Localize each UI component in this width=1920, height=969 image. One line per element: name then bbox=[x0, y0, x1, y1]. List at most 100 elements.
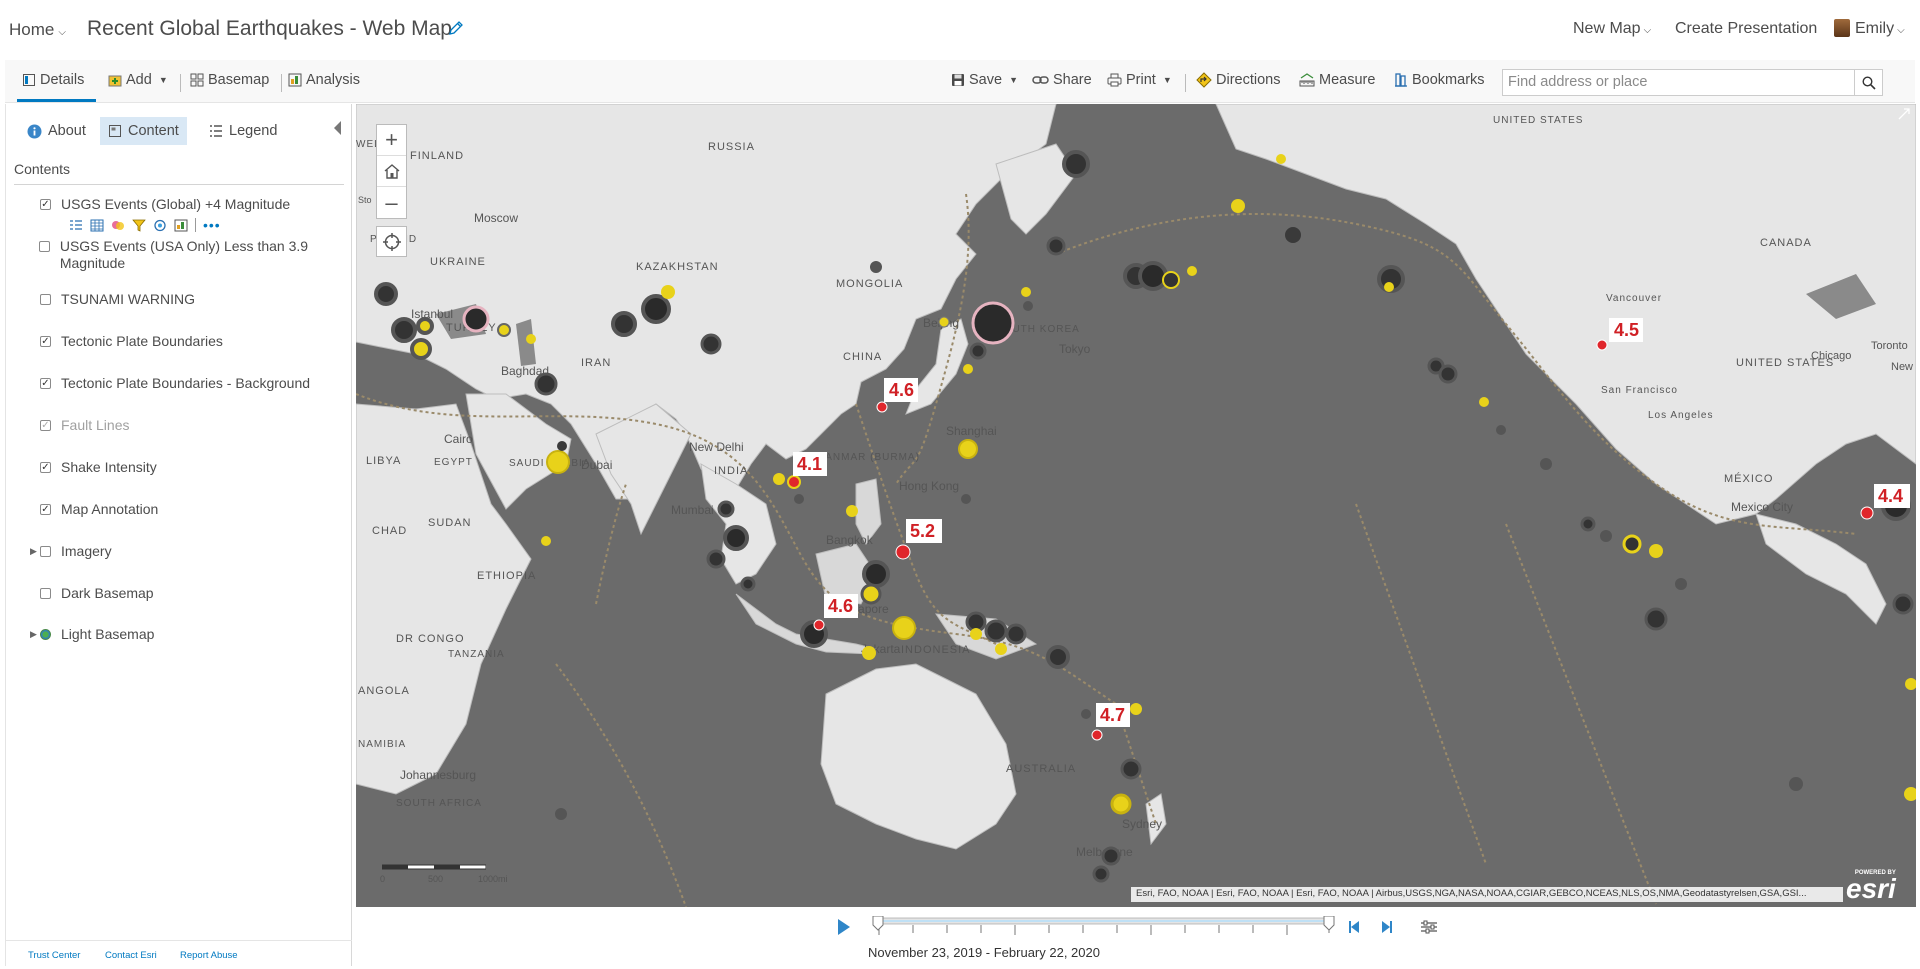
layer-item[interactable]: USGS Events (USA Only) Less than 3.9 Mag… bbox=[30, 238, 340, 272]
expand-icon[interactable] bbox=[1898, 108, 1910, 120]
analysis-layer-icon[interactable] bbox=[153, 219, 167, 232]
layer-label[interactable]: Shake Intensity bbox=[61, 459, 157, 476]
layer-checkbox[interactable] bbox=[40, 546, 51, 557]
add-button[interactable]: Add ▼ bbox=[108, 72, 168, 88]
basemap-button[interactable]: Basemap bbox=[190, 72, 269, 88]
layer-item[interactable]: ✓ Map Annotation bbox=[30, 501, 340, 518]
layer-label[interactable]: Dark Basemap bbox=[61, 585, 154, 602]
layer-item[interactable]: ▶ Light Basemap bbox=[30, 626, 340, 643]
layer-label[interactable]: USGS Events (Global) +4 Magnitude bbox=[61, 196, 290, 213]
default-extent-button[interactable] bbox=[377, 156, 406, 187]
layer-checkbox[interactable] bbox=[38, 241, 50, 252]
play-icon[interactable] bbox=[838, 919, 850, 935]
layer-checkbox[interactable]: ✓ bbox=[40, 378, 51, 389]
layer-item[interactable]: ▶ Imagery bbox=[30, 543, 340, 560]
esri-logo[interactable]: POWERED BY esri bbox=[1846, 870, 1896, 903]
layer-checkbox[interactable]: ✓ bbox=[40, 336, 51, 347]
layer-checkbox[interactable]: ✓ bbox=[40, 462, 51, 473]
trust-center-link[interactable]: Trust Center bbox=[28, 950, 80, 961]
layer-checkbox[interactable]: ✓ bbox=[40, 199, 51, 210]
layer-label[interactable]: Light Basemap bbox=[61, 626, 154, 643]
collapse-panel-icon[interactable] bbox=[334, 121, 341, 135]
details-label[interactable]: Details bbox=[40, 72, 84, 88]
measure-button[interactable]: Measure bbox=[1299, 72, 1375, 88]
tab-legend[interactable]: Legend bbox=[201, 117, 285, 145]
details-button[interactable]: Details bbox=[22, 72, 84, 88]
tab-about[interactable]: About bbox=[19, 117, 94, 145]
caret-down-icon[interactable]: ▼ bbox=[1009, 75, 1018, 85]
save-button[interactable]: Save ▼ bbox=[951, 72, 1018, 88]
layer-label[interactable]: Fault Lines bbox=[61, 417, 129, 434]
print-label[interactable]: Print bbox=[1126, 72, 1156, 88]
table-icon[interactable] bbox=[90, 219, 104, 232]
create-presentation-link[interactable]: Create Presentation bbox=[1675, 20, 1817, 38]
tab-content-label[interactable]: Content bbox=[128, 123, 179, 139]
slider-settings-icon[interactable] bbox=[1420, 919, 1438, 935]
search-box[interactable] bbox=[1502, 69, 1883, 96]
basemap-label[interactable]: Basemap bbox=[208, 72, 269, 88]
tab-content[interactable]: Content bbox=[100, 117, 187, 145]
filter-icon[interactable] bbox=[132, 219, 146, 232]
layer-label[interactable]: Imagery bbox=[61, 543, 112, 560]
save-label[interactable]: Save bbox=[969, 72, 1002, 88]
expand-arrow-icon[interactable]: ▶ bbox=[30, 629, 40, 640]
new-map-label[interactable]: New Map bbox=[1573, 20, 1641, 37]
new-map-menu[interactable]: New Map ⌵ bbox=[1573, 20, 1651, 38]
avatar[interactable] bbox=[1834, 19, 1850, 37]
time-slider-track[interactable] bbox=[871, 916, 1336, 941]
pencil-icon[interactable] bbox=[447, 19, 465, 37]
layer-checkbox[interactable] bbox=[40, 294, 51, 305]
layer-item[interactable]: ✓ Shake Intensity bbox=[30, 459, 340, 476]
measure-label[interactable]: Measure bbox=[1319, 72, 1375, 88]
directions-button[interactable]: Directions bbox=[1196, 72, 1280, 88]
bookmarks-button[interactable]: Bookmarks bbox=[1394, 72, 1485, 88]
layer-label[interactable]: Tectonic Plate Boundaries - Background bbox=[61, 375, 310, 392]
print-button[interactable]: Print ▼ bbox=[1107, 72, 1172, 88]
bookmarks-label[interactable]: Bookmarks bbox=[1412, 72, 1485, 88]
map-attribution[interactable]: Esri, FAO, NOAA | Esri, FAO, NOAA | Esri… bbox=[1131, 887, 1843, 902]
layer-label[interactable]: Tectonic Plate Boundaries bbox=[61, 333, 223, 350]
chevron-down-icon[interactable]: ⌵ bbox=[58, 27, 66, 38]
zoom-in-button[interactable]: + bbox=[377, 125, 406, 156]
tab-legend-label[interactable]: Legend bbox=[229, 123, 277, 139]
home-label[interactable]: Home bbox=[9, 20, 54, 39]
caret-down-icon[interactable]: ▼ bbox=[159, 75, 168, 85]
chevron-down-icon[interactable]: ⌵ bbox=[1897, 25, 1905, 36]
layer-item[interactable]: TSUNAMI WARNING bbox=[30, 291, 340, 308]
layer-checkbox[interactable]: ✓ bbox=[40, 504, 51, 515]
share-button[interactable]: Share bbox=[1032, 72, 1092, 88]
basemap-canvas[interactable]: RUSSIA FINLAND Moscow POLAND UKRAINE Ist… bbox=[356, 104, 1916, 907]
layer-item[interactable]: Dark Basemap bbox=[30, 585, 340, 602]
layer-item[interactable]: ✓ USGS Events (Global) +4 Magnitude bbox=[30, 196, 340, 213]
user-name[interactable]: Emily bbox=[1855, 20, 1894, 37]
layer-label[interactable]: TSUNAMI WARNING bbox=[61, 291, 195, 308]
change-style-icon[interactable] bbox=[111, 219, 125, 232]
previous-icon[interactable] bbox=[1348, 919, 1362, 935]
layer-label[interactable]: Map Annotation bbox=[61, 501, 158, 518]
search-input[interactable] bbox=[1508, 74, 1838, 90]
locate-button[interactable] bbox=[376, 226, 407, 257]
add-label[interactable]: Add bbox=[126, 72, 152, 88]
report-abuse-link[interactable]: Report Abuse bbox=[180, 950, 238, 961]
directions-label[interactable]: Directions bbox=[1216, 72, 1280, 88]
share-label[interactable]: Share bbox=[1053, 72, 1092, 88]
more-options-icon[interactable]: ••• bbox=[203, 217, 221, 233]
home-menu[interactable]: Home ⌵ bbox=[9, 20, 66, 40]
expand-arrow-icon[interactable]: ▶ bbox=[30, 546, 40, 557]
search-button[interactable] bbox=[1854, 70, 1882, 95]
next-icon[interactable] bbox=[1379, 919, 1393, 935]
perform-analysis-icon[interactable] bbox=[174, 219, 188, 232]
tab-about-label[interactable]: About bbox=[48, 123, 86, 139]
layer-label[interactable]: USGS Events (USA Only) Less than 3.9 Mag… bbox=[60, 238, 340, 272]
map-view[interactable]: RUSSIA FINLAND Moscow POLAND UKRAINE Ist… bbox=[356, 104, 1916, 907]
chevron-down-icon[interactable]: ⌵ bbox=[1644, 25, 1652, 36]
basemap-radio[interactable] bbox=[40, 629, 51, 640]
layer-item[interactable]: ✓ Tectonic Plate Boundaries bbox=[30, 333, 340, 350]
user-menu[interactable]: Emily ⌵ bbox=[1855, 20, 1905, 38]
caret-down-icon[interactable]: ▼ bbox=[1163, 75, 1172, 85]
layer-checkbox[interactable]: ✓ bbox=[40, 420, 51, 431]
analysis-label[interactable]: Analysis bbox=[306, 72, 360, 88]
legend-toggle-icon[interactable] bbox=[69, 219, 83, 232]
analysis-button[interactable]: Analysis bbox=[288, 72, 360, 88]
zoom-out-button[interactable]: – bbox=[377, 187, 406, 218]
